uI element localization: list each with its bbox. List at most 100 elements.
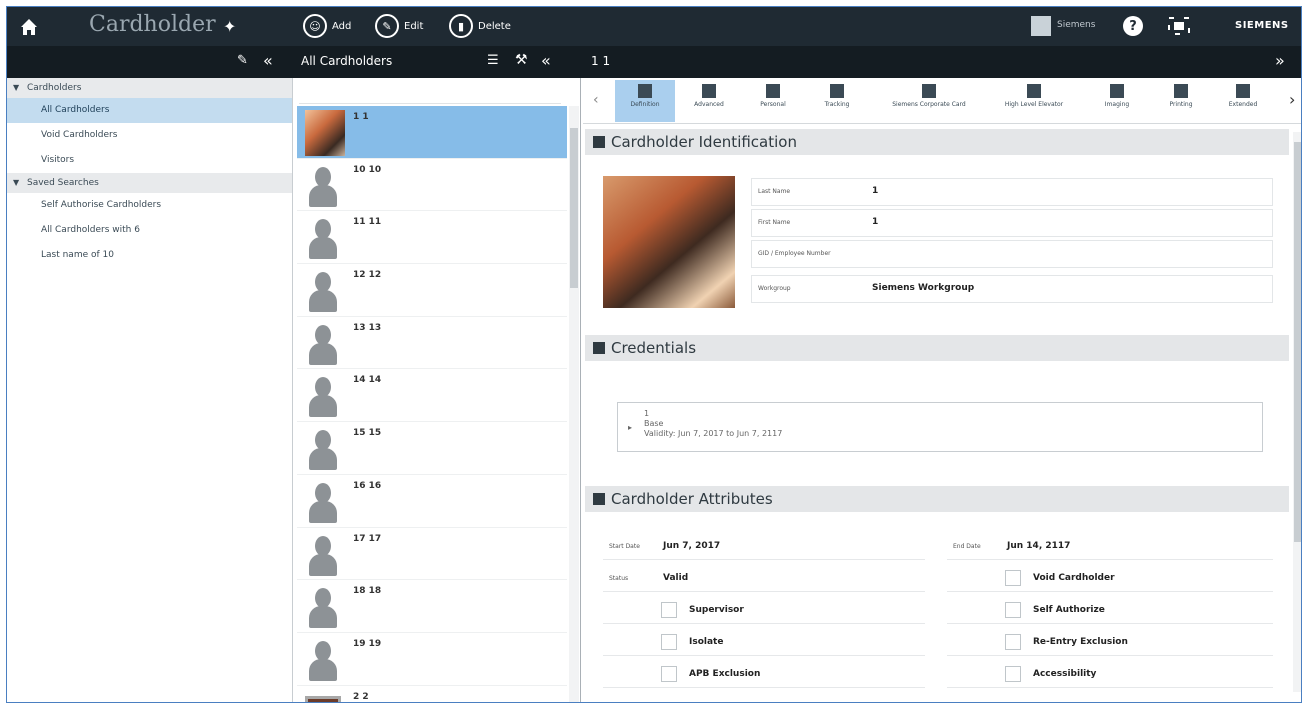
sidebar-item-void-cardholders[interactable]: Void Cardholders: [7, 123, 292, 148]
list-item[interactable]: 19 19: [297, 633, 567, 686]
tab-corporate-card[interactable]: Siemens Corporate Card: [873, 80, 985, 122]
tab-strip: ‹ Definition Advanced Personal Tracking …: [583, 78, 1301, 124]
list-item[interactable]: 18 18: [297, 580, 567, 633]
checkbox[interactable]: [1005, 634, 1021, 650]
cardholder-photo: [305, 695, 341, 702]
expand-panel-icon[interactable]: »: [1275, 51, 1285, 70]
sidebar-item-all-cardholders[interactable]: All Cardholders: [7, 98, 292, 123]
checkbox[interactable]: [661, 666, 677, 682]
list-item[interactable]: 1 1: [297, 106, 567, 159]
collapse-list-icon[interactable]: «: [541, 51, 551, 70]
list-item[interactable]: 15 15: [297, 422, 567, 475]
sidebar-item-visitors[interactable]: Visitors: [7, 148, 292, 173]
workgroup-field[interactable]: Workgroup Siemens Workgroup: [751, 275, 1273, 303]
sidebar-item-with-6[interactable]: All Cardholders with 6: [7, 218, 292, 243]
checkbox-label: Isolate: [689, 637, 724, 647]
isolate-checkbox[interactable]: Isolate: [603, 628, 925, 656]
person-icon: [307, 535, 339, 578]
apb-exclusion-checkbox[interactable]: APB Exclusion: [603, 660, 925, 688]
pin-icon[interactable]: ✎: [237, 53, 248, 68]
detail-scrollbar[interactable]: [1293, 132, 1301, 692]
chevron-left-icon[interactable]: ‹: [593, 92, 599, 108]
list-scrollbar[interactable]: [569, 106, 579, 702]
sidebar-item-self-authorise[interactable]: Self Authorise Cardholders: [7, 193, 292, 218]
personal-icon: [766, 84, 780, 98]
wrench-icon[interactable]: ⚒: [515, 52, 528, 68]
list-item[interactable]: 17 17: [297, 528, 567, 581]
tree-view-icon[interactable]: ☰: [487, 53, 499, 68]
tab-label: Extended: [1228, 101, 1258, 108]
sidebar-group-cardholders[interactable]: ▼ Cardholders: [7, 78, 292, 98]
re-entry-exclusion-checkbox[interactable]: Re-Entry Exclusion: [947, 628, 1273, 656]
checkbox[interactable]: [1005, 602, 1021, 618]
checkbox[interactable]: [1005, 666, 1021, 682]
first-name-field[interactable]: First Name 1: [751, 209, 1273, 237]
supervisor-checkbox[interactable]: Supervisor: [603, 596, 925, 624]
tab-advanced[interactable]: Advanced: [679, 80, 739, 122]
app-window: Cardholder ✦ ☺ Add ✎ Edit ▮ Delete Sieme…: [6, 6, 1302, 703]
chevron-right-icon[interactable]: ›: [1289, 90, 1295, 109]
section-credentials: Credentials: [585, 335, 1289, 361]
tab-extended[interactable]: Extended: [1213, 80, 1273, 122]
imaging-icon: [1110, 84, 1124, 98]
void-cardholder-checkbox[interactable]: Void Cardholder: [947, 564, 1273, 592]
help-icon[interactable]: ?: [1123, 16, 1143, 36]
field-label: Last Name: [758, 188, 791, 195]
edit-button[interactable]: ✎ Edit: [375, 13, 423, 39]
user-avatar[interactable]: [1031, 16, 1051, 36]
sidebar-group-saved-searches[interactable]: ▼ Saved Searches: [7, 173, 292, 193]
list-item[interactable]: 10 10: [297, 159, 567, 212]
last-name-field[interactable]: Last Name 1: [751, 178, 1273, 206]
start-date-field[interactable]: Start Date Jun 7, 2017: [603, 532, 925, 560]
list-item-label: 1 1: [353, 112, 369, 122]
search-input[interactable]: [299, 82, 561, 104]
status-field[interactable]: Status Valid: [603, 564, 925, 592]
accessibility-checkbox[interactable]: Accessibility: [947, 660, 1273, 688]
list-item[interactable]: 13 13: [297, 317, 567, 370]
collapse-nav-icon[interactable]: «: [263, 51, 273, 70]
tab-printing[interactable]: Printing: [1151, 80, 1211, 122]
list-scroll-area: 1 1 10 10 11 11 12 12 13 13 14 14 15 15 …: [297, 106, 567, 702]
pin-icon[interactable]: ✦: [223, 17, 236, 36]
checkbox[interactable]: [661, 634, 677, 650]
list-item-label: 12 12: [353, 270, 382, 281]
list-item[interactable]: 14 14: [297, 369, 567, 423]
self-authorize-checkbox[interactable]: Self Authorize: [947, 596, 1273, 624]
cardholder-photo[interactable]: [603, 176, 735, 308]
list-item[interactable]: 11 11: [297, 211, 567, 265]
tab-high-level-elevator[interactable]: High Level Elevator: [989, 80, 1079, 122]
tab-imaging[interactable]: Imaging: [1087, 80, 1147, 122]
tab-definition[interactable]: Definition: [615, 80, 675, 122]
list-title: All Cardholders: [301, 54, 393, 68]
id-card-icon: [593, 136, 605, 148]
detail-title: 1 1: [591, 54, 611, 68]
list-item-label: 11 11: [353, 217, 382, 228]
person-icon: [307, 219, 339, 261]
elevator-icon: [1027, 84, 1041, 98]
list-item-label: 10 10: [353, 164, 382, 175]
list-item[interactable]: 12 12: [297, 264, 567, 317]
employee-number-field[interactable]: GID / Employee Number: [751, 240, 1273, 268]
add-user-icon: ☺: [303, 14, 327, 38]
end-date-field[interactable]: End Date Jun 14, 2117: [947, 532, 1273, 560]
chevron-right-icon[interactable]: ▸: [628, 423, 632, 432]
credential-item[interactable]: ▸ 1 Base Validity: Jun 7, 2017 to Jun 7,…: [617, 402, 1263, 452]
delete-button[interactable]: ▮ Delete: [449, 13, 511, 39]
sidebar-item-last-name-10[interactable]: Last name of 10: [7, 243, 292, 268]
fullscreen-icon[interactable]: [1167, 16, 1191, 36]
person-icon: [307, 324, 339, 367]
home-icon[interactable]: [19, 17, 39, 37]
section-title: Cardholder Identification: [611, 133, 797, 151]
person-icon: [638, 84, 652, 98]
checkbox[interactable]: [1005, 570, 1021, 586]
tab-personal[interactable]: Personal: [743, 80, 803, 122]
list-item-label: 13 13: [353, 322, 382, 333]
tab-tracking[interactable]: Tracking: [807, 80, 867, 122]
add-button[interactable]: ☺ Add: [303, 13, 351, 39]
list-item[interactable]: 16 16: [297, 475, 567, 528]
user-name[interactable]: Siemens: [1057, 20, 1095, 30]
checkbox[interactable]: [661, 602, 677, 618]
credential-number: 1: [644, 409, 650, 418]
tab-label: Tracking: [824, 101, 850, 108]
list-item[interactable]: 2 2: [297, 686, 567, 702]
